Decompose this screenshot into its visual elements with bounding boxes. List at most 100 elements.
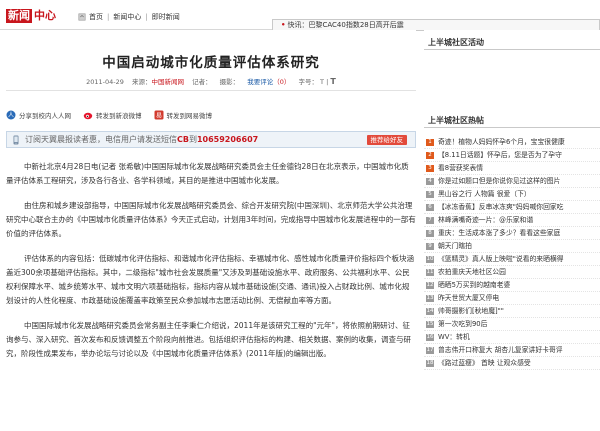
comment-link[interactable]: 我要评论 bbox=[247, 78, 273, 86]
list-item[interactable]: 4 你是过如题口但是你说你见过这样的图片 bbox=[424, 175, 600, 188]
hot-post-link: WV：转机 bbox=[438, 333, 470, 341]
meta-reporter-label: 记者： bbox=[192, 78, 212, 86]
rank-badge: 16 bbox=[426, 334, 434, 341]
hot-post-link: 黑山谷之行 人物篇 很爱（下） bbox=[438, 190, 531, 198]
list-item[interactable]: 13 昨天世贸大厦又停电 bbox=[424, 292, 600, 305]
hot-post-link: 《路过蓝瘦》 首映 让观众感受 bbox=[438, 359, 531, 367]
breadcrumb-home[interactable]: 首页 bbox=[89, 12, 103, 22]
hot-post-link: 农拍重庆天地社区公园 bbox=[438, 268, 506, 276]
renren-icon: 人 bbox=[6, 110, 16, 120]
rank-badge: 17 bbox=[426, 347, 434, 354]
rank-badge: 12 bbox=[426, 282, 434, 289]
promo-code: CB bbox=[177, 135, 189, 144]
rank-badge: 14 bbox=[426, 308, 434, 315]
rank-badge: 4 bbox=[426, 178, 434, 185]
share-netease-weibo-label: 转发到网易微博 bbox=[166, 112, 213, 120]
article-meta: 2011-04-29 来源：中国新闻网 记者： 摄影： 我要评论（0） 字号： … bbox=[6, 76, 416, 86]
rank-badge: 18 bbox=[426, 360, 434, 367]
netease-weibo-icon: 易 bbox=[154, 110, 163, 120]
article-paragraph: 中新社北京4月28日电(记者 张希敏)中国国际城市化发展战略研究委员会主任金德钧… bbox=[6, 162, 409, 185]
hot-post-link: 《篮精灵》真人版上映啦"说看的来晒横得 bbox=[438, 255, 564, 263]
share-sina-weibo[interactable]: 转发到新浪微博 bbox=[83, 110, 142, 120]
list-item[interactable]: 5 黑山谷之行 人物篇 很爱（下） bbox=[424, 188, 600, 201]
hot-post-link: 你是过如题口但是你说你见过这样的图片 bbox=[438, 177, 561, 185]
rank-badge: 3 bbox=[426, 165, 434, 172]
svg-text:易: 易 bbox=[155, 113, 161, 120]
hot-post-link: 曾志伟开口称复大 胡杏儿复家讲好卡哥评 bbox=[438, 346, 563, 354]
hot-post-link: 【冰冻香蕉】反串冰冻爽"妈妈喊你回家吃 bbox=[438, 203, 564, 211]
rank-badge: 7 bbox=[426, 217, 434, 224]
hot-post-link: 【8.11日话题】怀孕后，您是否为了孕守 bbox=[438, 151, 562, 159]
logo-zhongxin: 中心 bbox=[34, 9, 56, 22]
list-item[interactable]: 8 重庆：生活成本涨了多少？看看这些家庭 bbox=[424, 227, 600, 240]
ticker-bullet-icon: • bbox=[281, 21, 286, 29]
share-netease-weibo[interactable]: 易 转发到网易微博 bbox=[154, 110, 213, 120]
list-item[interactable]: 3 看8营获奖表情 bbox=[424, 162, 600, 175]
comment-count: （0） bbox=[273, 78, 291, 86]
article-paragraph: 评估体系的内容包括：低碳城市化评估指标、和谐城市化评估指标、幸福城市化、感性城市… bbox=[6, 254, 414, 305]
breadcrumb-news-center[interactable]: 新闻中心 bbox=[113, 12, 141, 22]
list-item[interactable]: 2 【8.11日话题】怀孕后，您是否为了孕守 bbox=[424, 149, 600, 162]
meta-source-link[interactable]: 中国新闻网 bbox=[152, 78, 185, 86]
list-item[interactable]: 10 《篮精灵》真人版上映啦"说看的来晒横得 bbox=[424, 253, 600, 266]
list-item[interactable]: 16 WV：转机 bbox=[424, 331, 600, 344]
list-item[interactable]: 15 第一次吃到90后 bbox=[424, 318, 600, 331]
list-item[interactable]: 18 《路过蓝瘦》 首映 让观众感受 bbox=[424, 357, 600, 370]
recommend-to-friend-button[interactable]: 推荐给好友 bbox=[366, 135, 407, 145]
home-icon bbox=[78, 13, 86, 21]
meta-divider bbox=[6, 90, 416, 91]
share-renren-label: 分享到校内人人网 bbox=[19, 112, 71, 120]
font-size-small-button[interactable]: T bbox=[320, 78, 324, 86]
rank-badge: 10 bbox=[426, 256, 434, 263]
hot-post-link: 重庆：生活成本涨了多少？看看这些家庭 bbox=[438, 229, 561, 237]
site-logo[interactable]: 新闻 中心 bbox=[6, 9, 56, 23]
font-size-large-button[interactable]: T bbox=[330, 77, 335, 86]
rank-badge: 2 bbox=[426, 152, 434, 159]
community-activity-header: 上半城社区活动 bbox=[424, 36, 600, 50]
list-item[interactable]: 6 【冰冻香蕉】反串冰冻爽"妈妈喊你回家吃 bbox=[424, 201, 600, 214]
article: 中国启动城市化质量评估体系研究 2011-04-29 来源：中国新闻网 记者： … bbox=[6, 30, 416, 431]
hot-post-link: 晒晒5万买到的越南老婆 bbox=[438, 281, 511, 289]
rank-badge: 5 bbox=[426, 191, 434, 198]
hot-posts-list: 1 奇迹！植物人妈妈怀孕6个月，宝宝很健康 2 【8.11日话题】怀孕后，您是否为了… bbox=[424, 136, 600, 370]
rank-badge: 9 bbox=[426, 243, 434, 250]
list-item[interactable]: 1 奇迹！植物人妈妈怀孕6个月，宝宝很健康 bbox=[424, 136, 600, 149]
breadcrumb: 首页 | 新闻中心 | 即时新闻 bbox=[78, 12, 180, 22]
share-bar: 人 分享到校内人人网 转发到新浪微博 易 转发到网易微博 bbox=[6, 109, 416, 121]
hot-post-link: 看8营获奖表情 bbox=[438, 164, 484, 172]
hot-post-link: 朝天门瞎拍 bbox=[438, 242, 472, 250]
list-item[interactable]: 12 晒晒5万买到的越南老婆 bbox=[424, 279, 600, 292]
hot-post-link: 帅哥摄影们[秋地魔]"" bbox=[438, 307, 504, 315]
list-item[interactable]: 17 曾志伟开口称复大 胡杏儿复家讲好卡哥评 bbox=[424, 344, 600, 357]
hot-post-link: 昨天世贸大厦又停电 bbox=[438, 294, 500, 302]
list-item[interactable]: 9 朝天门瞎拍 bbox=[424, 240, 600, 253]
hot-post-link: 林峰满嘴奇迹一片：@乐家和谐 bbox=[438, 216, 534, 224]
promo-text-mid: 到 bbox=[188, 135, 197, 144]
article-title: 中国启动城市化质量评估体系研究 bbox=[102, 55, 320, 71]
rank-badge: 6 bbox=[426, 204, 434, 211]
community-activity-panel bbox=[424, 52, 600, 112]
meta-date: 2011-04-29 bbox=[86, 78, 124, 86]
community-hot-posts-header: 上半城社区热帖 bbox=[424, 114, 600, 128]
share-renren[interactable]: 人 分享到校内人人网 bbox=[6, 110, 71, 120]
hot-post-link: 奇迹！植物人妈妈怀孕6个月，宝宝很健康 bbox=[438, 138, 565, 146]
list-item[interactable]: 7 林峰满嘴奇迹一片：@乐家和谐 bbox=[424, 214, 600, 227]
article-body: 中新社北京4月28日电(记者 张希敏)中国国际城市化发展战略研究委员会主任金德钧… bbox=[6, 160, 416, 372]
breadcrumb-separator: | bbox=[107, 13, 110, 21]
breadcrumb-separator: | bbox=[145, 13, 148, 21]
rank-badge: 1 bbox=[426, 139, 434, 146]
sms-subscribe-banner: 订阅天翼晨报读者惠，电信用户请发送短信CB到10659206607 推荐给好友 bbox=[6, 131, 416, 148]
hot-post-link: 第一次吃到90后 bbox=[438, 320, 488, 328]
list-item[interactable]: 14 帅哥摄影们[秋地魔]"" bbox=[424, 305, 600, 318]
rank-badge: 11 bbox=[426, 269, 434, 276]
rank-badge: 15 bbox=[426, 321, 434, 328]
list-item[interactable]: 11 农拍重庆天地社区公园 bbox=[424, 266, 600, 279]
breadcrumb-instant-news[interactable]: 即时新闻 bbox=[152, 12, 180, 22]
font-size-label: 字号： bbox=[298, 78, 318, 86]
meta-source-label: 来源： bbox=[132, 78, 152, 86]
font-size-separator: | bbox=[326, 78, 329, 86]
ticker-text: 快讯：巴黎CAC40指数28日高开后震 bbox=[287, 21, 404, 29]
promo-number: 10659206607 bbox=[196, 135, 259, 144]
share-sina-weibo-label: 转发到新浪微博 bbox=[96, 112, 142, 120]
article-paragraph: 中国国际城市化发展战略研究委员会常务副主任李秉仁介绍说，2011年是该研究工程的… bbox=[6, 321, 411, 358]
